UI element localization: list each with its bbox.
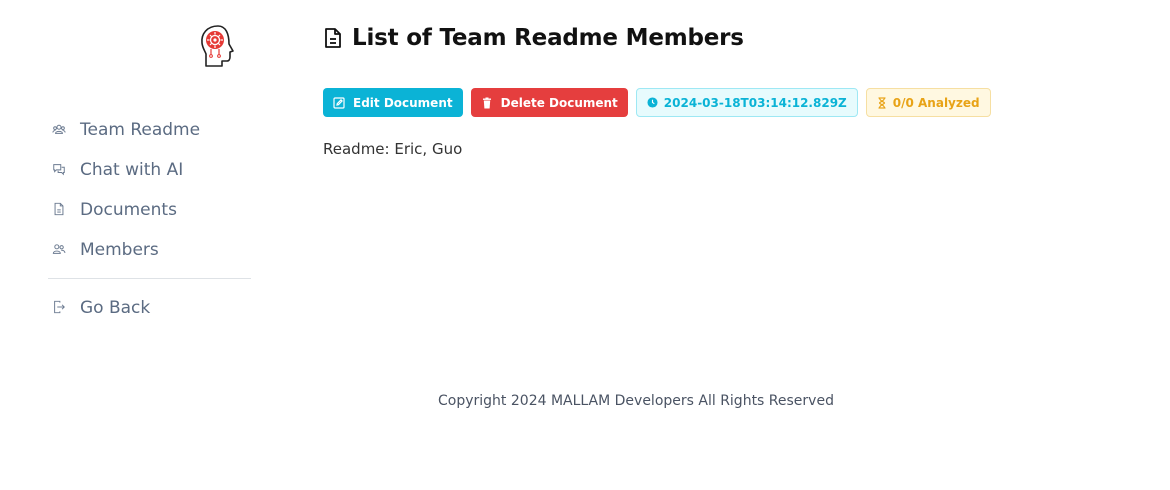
trash-icon — [481, 97, 493, 109]
delete-document-label: Delete Document — [500, 95, 618, 110]
timestamp-badge: 2024-03-18T03:14:12.829Z — [635, 88, 858, 117]
chat-icon — [52, 162, 68, 178]
timestamp-text: 2024-03-18T03:14:12.829Z — [663, 95, 847, 110]
go-back-link[interactable]: Go Back — [48, 288, 251, 328]
team-icon — [52, 122, 68, 138]
file-text-icon — [323, 27, 343, 49]
edit-document-button[interactable]: Edit Document — [323, 88, 463, 117]
document-actions: Edit Document Delete Document 2024-03-18… — [323, 88, 1123, 118]
footer: Copyright 2024 MALLAM Developers All Rig… — [0, 393, 1170, 409]
document-icon — [52, 202, 68, 218]
members-icon — [52, 242, 68, 258]
analyzed-badge: 0/0 Analyzed — [865, 88, 991, 117]
sidebar-item-label: Members — [80, 240, 159, 260]
sidebar-nav: Team Readme Chat with AI Documents Membe… — [48, 110, 251, 328]
hourglass-icon — [877, 96, 887, 109]
page-title: List of Team Readme Members — [352, 25, 744, 51]
brain-head-icon[interactable] — [198, 24, 238, 70]
main-content: List of Team Readme Members Edit Documen… — [323, 22, 1123, 158]
sidebar-item-members[interactable]: Members — [48, 230, 251, 270]
edit-document-label: Edit Document — [353, 95, 453, 110]
sidebar-item-label: Team Readme — [80, 120, 201, 140]
sidebar-item-chat-with-ai[interactable]: Chat with AI — [48, 150, 251, 190]
analyzed-text: 0/0 Analyzed — [892, 95, 980, 110]
clock-icon — [647, 97, 658, 108]
readme-members-text: Readme: Eric, Guo — [323, 140, 463, 158]
sidebar-item-label: Documents — [80, 200, 177, 220]
copyright-text: Copyright 2024 MALLAM Developers All Rig… — [438, 393, 834, 409]
go-back-label: Go Back — [80, 298, 151, 318]
page-header: List of Team Readme Members — [323, 22, 1123, 54]
sidebar-item-team-readme[interactable]: Team Readme — [48, 110, 251, 150]
exit-icon — [52, 300, 68, 316]
delete-document-button[interactable]: Delete Document — [470, 88, 628, 117]
app-page: Team Readme Chat with AI Documents Membe… — [0, 0, 1170, 490]
edit-icon — [333, 96, 345, 109]
sidebar-item-documents[interactable]: Documents — [48, 190, 251, 230]
sidebar-item-label: Chat with AI — [80, 160, 184, 180]
sidebar-divider — [48, 278, 251, 279]
